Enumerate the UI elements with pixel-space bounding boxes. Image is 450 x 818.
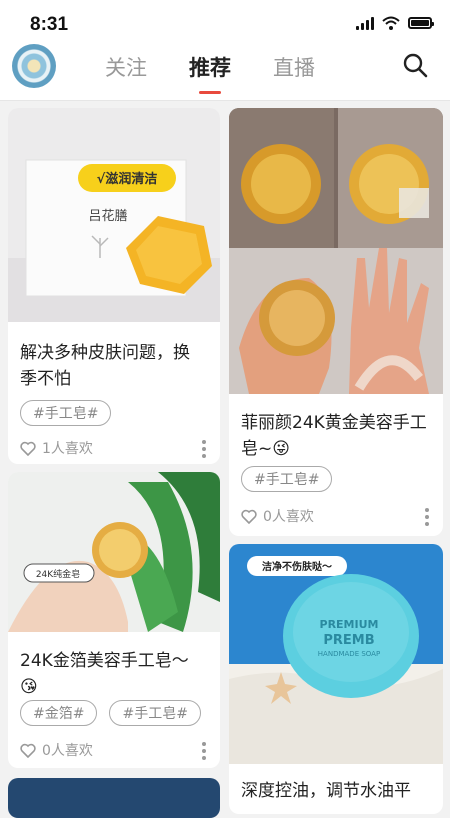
feed: √滋润清洁 吕花膳 解决多种皮肤问题，换季不怕 #手工皂# 1人喜欢 菲丽颜24… — [0, 102, 450, 818]
tab-live[interactable]: 直播 — [273, 52, 315, 82]
post-image — [229, 108, 443, 394]
top-header: 关注 推荐 直播 — [0, 40, 450, 101]
status-icons — [356, 16, 434, 30]
heart-icon[interactable] — [20, 743, 36, 758]
soap-text-2: PREMB — [323, 633, 374, 648]
heart-icon[interactable] — [241, 509, 257, 524]
post-image — [8, 778, 220, 818]
status-time: 8:31 — [30, 14, 69, 35]
tag-chip[interactable]: #手工皂# — [20, 400, 112, 426]
post-title: 深度控油，调节水油平 — [241, 781, 411, 801]
search-icon[interactable] — [402, 52, 428, 78]
wifi-icon — [382, 16, 400, 30]
tag-row: #手工皂# — [20, 400, 112, 426]
post-title: 菲丽颜24K黄金美容手工皂~😜 — [241, 413, 427, 459]
top-tabs: 关注 推荐 直播 — [105, 52, 315, 94]
post-image: √滋润清洁 吕花膳 — [8, 108, 220, 322]
tag-row: #手工皂# — [241, 466, 333, 492]
tag-row: #金箔# #手工皂# — [20, 700, 201, 726]
like-count: 1人喜欢 — [42, 441, 93, 457]
tag-chip[interactable]: #手工皂# — [109, 700, 201, 726]
signal-icon — [356, 16, 374, 30]
tab-recommend[interactable]: 推荐 — [189, 52, 231, 94]
like-row[interactable]: 0人喜欢 — [20, 740, 93, 760]
brand-text: 吕花膳 — [88, 208, 127, 224]
like-count: 0人喜欢 — [42, 743, 93, 759]
post-card[interactable] — [8, 778, 220, 818]
like-row[interactable]: 0人喜欢 — [241, 506, 314, 526]
post-card[interactable]: √滋润清洁 吕花膳 解决多种皮肤问题，换季不怕 #手工皂# 1人喜欢 — [8, 108, 220, 464]
post-image: 24K纯金皂 — [8, 472, 220, 632]
like-row[interactable]: 1人喜欢 — [20, 438, 93, 458]
heart-icon[interactable] — [20, 441, 36, 456]
bubble-text: 洁净不伤肤哒～ — [262, 560, 332, 573]
soap-text-1: PREMIUM — [320, 618, 379, 631]
post-card[interactable]: 菲丽颜24K黄金美容手工皂~😜 #手工皂# 0人喜欢 — [229, 108, 443, 536]
banner-text: √滋润清洁 — [97, 171, 158, 187]
avatar[interactable] — [12, 44, 56, 88]
like-count: 0人喜欢 — [263, 509, 314, 525]
status-bar: 8:31 — [0, 0, 450, 40]
tab-follow[interactable]: 关注 — [105, 52, 147, 82]
more-options-icon[interactable] — [425, 508, 429, 529]
post-card[interactable]: 24K纯金皂 24K金箔美容手工皂～😘 #金箔# #手工皂# 0人喜欢 — [8, 472, 220, 768]
post-card[interactable]: 洁净不伤肤哒～ PREMIUM PREMB HANDMADE SOAP 深度控油… — [229, 544, 443, 814]
post-image: 洁净不伤肤哒～ PREMIUM PREMB HANDMADE SOAP — [229, 544, 443, 764]
tag-chip[interactable]: #金箔# — [20, 700, 98, 726]
more-options-icon[interactable] — [202, 742, 206, 763]
post-title: 24K金箔美容手工皂～😘 — [20, 651, 189, 697]
post-title: 解决多种皮肤问题，换季不怕 — [20, 343, 190, 389]
tag-chip[interactable]: #手工皂# — [241, 466, 333, 492]
image-label: 24K纯金皂 — [36, 568, 80, 580]
more-options-icon[interactable] — [202, 440, 206, 461]
soap-text-3: HANDMADE SOAP — [318, 650, 380, 658]
battery-icon — [408, 17, 434, 29]
